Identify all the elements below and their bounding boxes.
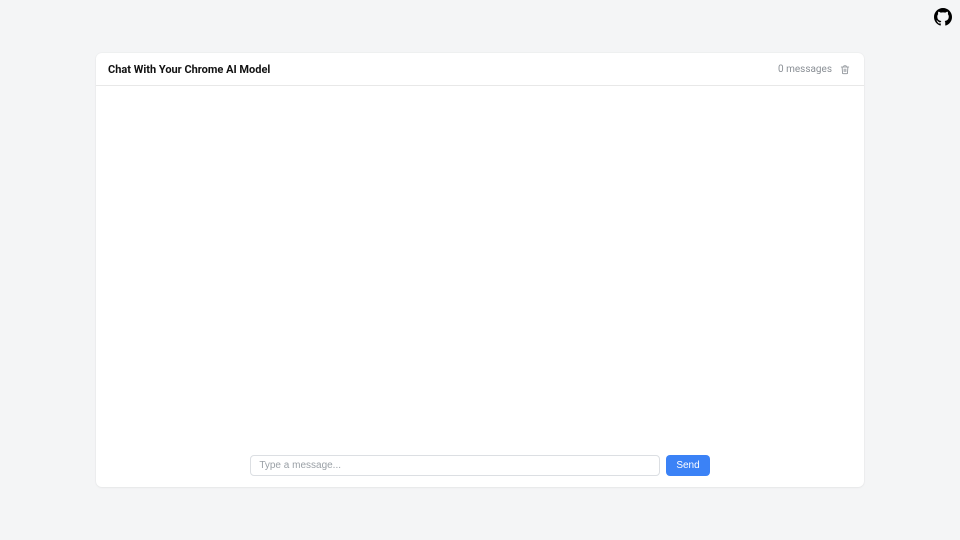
clear-messages-button[interactable] — [838, 62, 852, 76]
trash-icon — [840, 60, 850, 79]
chat-card: Chat With Your Chrome AI Model 0 message… — [96, 53, 864, 487]
send-button[interactable]: Send — [666, 455, 709, 476]
message-input[interactable] — [250, 455, 660, 476]
messages-area — [96, 86, 864, 447]
card-header: Chat With Your Chrome AI Model 0 message… — [96, 53, 864, 86]
github-link[interactable] — [934, 8, 952, 26]
message-count: 0 messages — [778, 64, 832, 75]
github-icon — [934, 11, 952, 30]
header-right: 0 messages — [778, 62, 852, 76]
page-title: Chat With Your Chrome AI Model — [108, 63, 270, 76]
composer: Send — [96, 447, 864, 487]
